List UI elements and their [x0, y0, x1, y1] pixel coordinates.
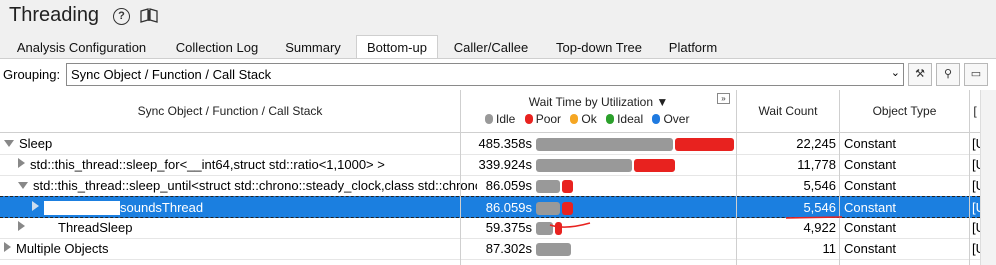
table-row[interactable]: Multiple Objects 87.302s 11 Constant [U: [0, 238, 982, 260]
expand-arrow-icon[interactable]: [4, 242, 11, 252]
row-name: Sleep: [19, 136, 53, 151]
idle-bar: [536, 202, 560, 215]
collapse-arrow-icon[interactable]: [4, 140, 14, 147]
wait-count-value: 4,922: [803, 220, 836, 235]
table-row[interactable]: Sleep 485.358s 22,245 Constant [U: [0, 133, 982, 155]
row-name-cell: std::this_thread::sleep_until<struct std…: [0, 175, 477, 196]
object-type-value: Constant: [844, 157, 897, 172]
collapse-arrow-icon[interactable]: [18, 182, 28, 189]
search-icon[interactable]: ⚲: [936, 63, 960, 86]
utilization-bar: [532, 238, 735, 259]
legend-dot-idle: [485, 114, 493, 124]
idle-bar: [536, 159, 632, 172]
legend-label-poor: Poor: [535, 112, 562, 126]
tab-top-down-tree[interactable]: Top-down Tree: [545, 37, 653, 58]
row-name: std::this_thread::sleep_until<struct std…: [33, 178, 477, 193]
utilization-bar: [532, 154, 735, 175]
expand-arrow-icon[interactable]: [18, 221, 25, 231]
grouping-select[interactable]: Sync Object / Function / Call Stack ⌄: [66, 63, 904, 86]
tab-collection-log[interactable]: Collection Log: [163, 37, 271, 58]
vertical-scrollbar[interactable]: [980, 90, 996, 265]
idle-bar: [536, 138, 673, 151]
row-name: Multiple Objects: [16, 241, 109, 256]
grouping-label: Grouping:: [3, 67, 61, 82]
tab-analysis-configuration[interactable]: Analysis Configuration: [4, 37, 159, 58]
idle-bar: [536, 222, 553, 235]
table-row[interactable]: std::this_thread::sleep_until<struct std…: [0, 175, 982, 197]
customize-grouping-icon[interactable]: ⚒: [908, 63, 932, 86]
poor-bar: [562, 180, 573, 193]
page-title: Threading: [9, 4, 100, 26]
legend-dot-over: [652, 114, 661, 124]
wait-count-value: 22,245: [796, 136, 836, 151]
legend-label-idle: Idle: [496, 112, 516, 126]
legend-dot-poor: [524, 114, 533, 124]
idle-bar: [536, 243, 571, 256]
utilization-bar: [532, 175, 735, 196]
row-name: std::this_thread::sleep_for<__int64,stru…: [30, 157, 385, 172]
legend-dot-ok: [570, 114, 579, 124]
expand-arrow-icon[interactable]: [18, 158, 25, 168]
row-name: ThreadSleep: [58, 220, 133, 235]
object-type-value: Constant: [844, 200, 897, 215]
idle-bar: [536, 180, 560, 193]
wait-count-value: 11,778: [797, 157, 836, 172]
tab-caller-callee[interactable]: Caller/Callee: [443, 37, 539, 58]
column-header-object-type[interactable]: Object Type: [840, 90, 970, 133]
redacted-text: [44, 201, 120, 215]
book-icon[interactable]: [140, 8, 158, 27]
wait-count-value: 11: [822, 241, 837, 256]
tab-platform[interactable]: Platform: [660, 37, 726, 58]
tab-bar: Analysis Configuration Collection Log Su…: [0, 34, 996, 59]
column-header-name[interactable]: Sync Object / Function / Call Stack: [0, 90, 461, 133]
row-name-cell: Multiple Objects: [0, 238, 463, 259]
utilization-bar: [532, 217, 735, 238]
expand-column-icon[interactable]: »: [717, 93, 730, 104]
wait-count-value: 5,546: [803, 178, 836, 193]
tab-summary[interactable]: Summary: [276, 37, 350, 58]
tab-bottom-up[interactable]: Bottom-up: [356, 35, 438, 59]
column-header-wait-time[interactable]: Wait Time by Utilization ▼ » Idle Poor O…: [461, 90, 737, 133]
utilization-bar: [532, 133, 735, 154]
object-type-value: Constant: [844, 178, 897, 193]
legend-dot-ideal: [606, 114, 615, 124]
row-name: soundsThread: [120, 200, 204, 215]
legend-label-ideal: Ideal: [617, 112, 644, 126]
wait-time-value: 485.358s: [478, 136, 533, 151]
row-name-cell: ThreadSleep: [0, 217, 477, 238]
row-name-cell: std::this_thread::sleep_for<__int64,stru…: [0, 154, 477, 175]
poor-bar: [555, 222, 562, 235]
wait-time-value: 86.059s: [485, 200, 532, 215]
expand-arrow-icon[interactable]: [32, 201, 39, 211]
object-type-value: Constant: [844, 241, 897, 256]
wait-time-value: 87.302s: [485, 241, 532, 256]
grouping-value: Sync Object / Function / Call Stack: [71, 67, 272, 82]
object-type-value: Constant: [844, 220, 897, 235]
table-row[interactable]: std::this_thread::sleep_for<__int64,stru…: [0, 154, 982, 176]
legend-label-over: Over: [663, 112, 690, 126]
utilization-bar: [532, 197, 735, 218]
column-header-wait-count[interactable]: Wait Count: [737, 90, 840, 133]
grouping-bar: Grouping: Sync Object / Function / Call …: [0, 58, 996, 90]
wait-time-value: 59.375s: [485, 220, 532, 235]
table-row[interactable]: ThreadSleep 59.375s 4,922 Constant [U: [0, 217, 982, 239]
data-grid: Sync Object / Function / Call Stack Wait…: [0, 90, 996, 265]
wait-count-value: 5,546: [803, 200, 836, 215]
title-bar: Threading ?: [0, 0, 996, 34]
expand-collapse-icon[interactable]: ▭: [964, 63, 988, 86]
poor-bar: [675, 138, 734, 151]
poor-bar: [562, 202, 573, 215]
chevron-down-icon: ⌄: [890, 67, 900, 79]
help-icon[interactable]: ?: [113, 8, 130, 25]
table-row[interactable]: soundsThread 86.059s 5,546 Constant [U: [0, 196, 982, 218]
wait-time-value: 339.924s: [478, 157, 533, 172]
wait-time-value: 86.059s: [485, 178, 532, 193]
utilization-legend: Idle Poor Ok Ideal Over: [479, 112, 689, 126]
object-type-value: Constant: [844, 136, 897, 151]
row-name-cell: soundsThread: [0, 197, 491, 218]
row-name-cell: Sleep: [0, 133, 463, 154]
legend-label-ok: Ok: [581, 112, 597, 126]
poor-bar: [634, 159, 675, 172]
